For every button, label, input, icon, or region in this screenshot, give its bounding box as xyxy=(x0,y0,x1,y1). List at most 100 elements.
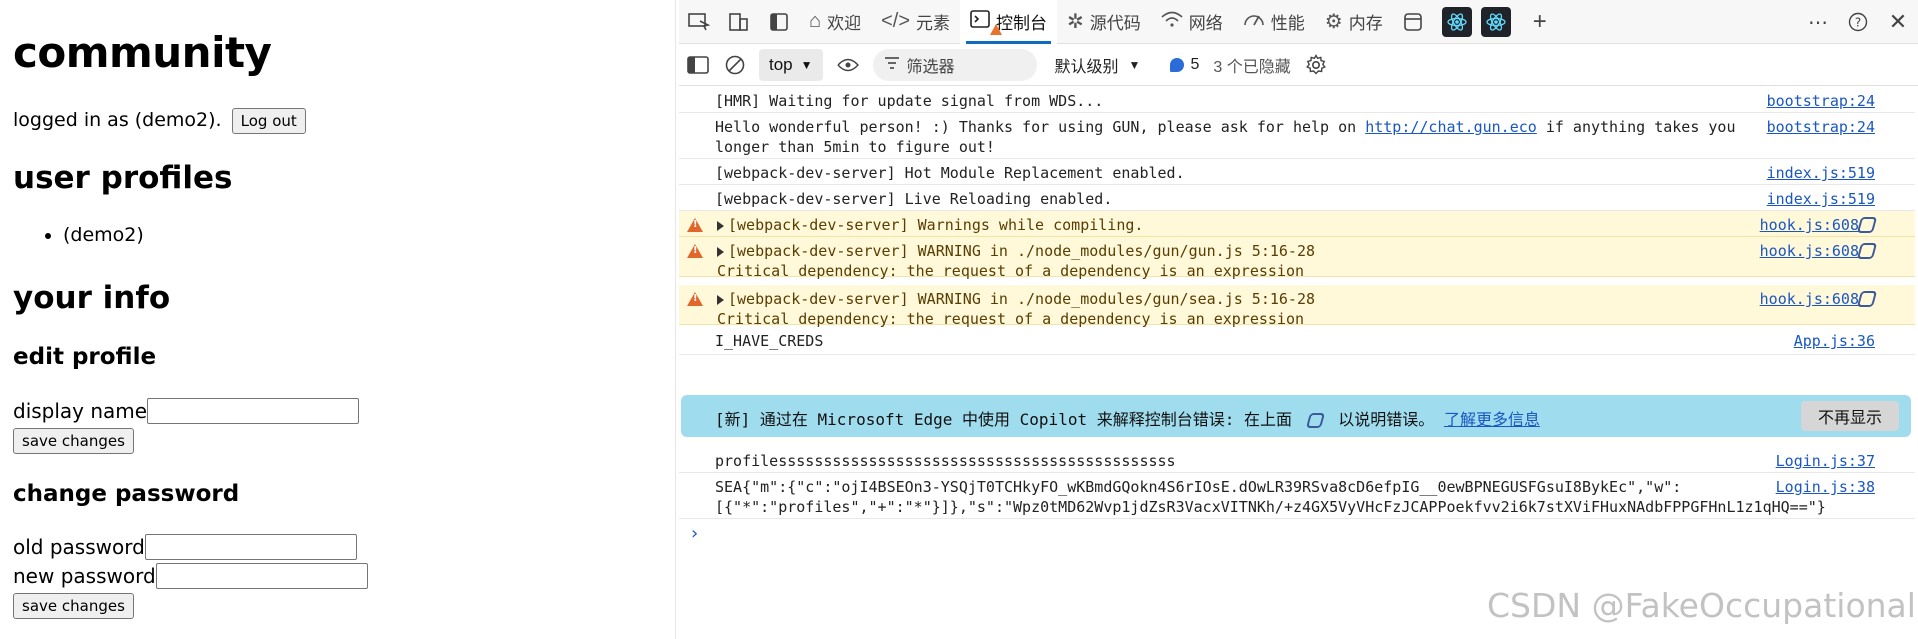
watermark: CSDN @FakeOccupational xyxy=(1487,586,1916,625)
chevron-down-icon: ▼ xyxy=(1128,57,1141,72)
expand-triangle-icon[interactable] xyxy=(717,220,724,231)
logout-button[interactable]: Log out xyxy=(231,108,306,134)
clear-console-icon[interactable] xyxy=(717,44,753,86)
app-window-icon[interactable] xyxy=(1393,0,1433,44)
inspect-icon[interactable] xyxy=(679,0,719,44)
display-name-label: display name xyxy=(13,399,148,423)
react-components-icon[interactable] xyxy=(1441,6,1472,37)
display-name-input[interactable] xyxy=(147,398,360,424)
warning-icon xyxy=(687,244,703,258)
expand-triangle-icon[interactable] xyxy=(717,246,724,257)
old-password-label: old password xyxy=(13,535,145,559)
hidden-count: 3 个已隐藏 xyxy=(1213,58,1291,76)
tab-console[interactable]: 控制台 xyxy=(960,0,1058,44)
tab-memory[interactable]: ⚙ 内存 xyxy=(1315,0,1393,44)
chevron-down-icon: ▼ xyxy=(800,57,813,72)
page-title: community xyxy=(13,28,272,77)
tab-sources[interactable]: ✲ 源代码 xyxy=(1057,0,1151,44)
tab-elements[interactable]: </> 元素 xyxy=(871,0,960,44)
console-message: [webpack-dev-server] Live Reloading enab… xyxy=(679,185,1915,211)
filter-input[interactable]: 筛选器 xyxy=(872,48,1037,81)
list-item: (demo2) xyxy=(63,224,144,246)
devtools-panel: ⌂ 欢迎 </> 元素 控制台 ✲ 源代码 网络 性能 ⚙ 内存 + ⋯ ? ✕… xyxy=(679,0,1918,639)
wifi-icon xyxy=(1161,10,1183,33)
log-levels-dropdown[interactable]: 默认级别 ▼ xyxy=(1055,53,1141,77)
change-password-heading: change password xyxy=(13,481,240,507)
save-password-button[interactable]: save changes xyxy=(13,593,134,619)
new-password-label: new password xyxy=(13,564,156,588)
warning-indicator-icon xyxy=(990,23,1003,35)
source-link[interactable]: index.js:519 xyxy=(1767,189,1875,209)
source-link[interactable]: index.js:519 xyxy=(1767,163,1875,183)
devtools-tab-bar: ⌂ 欢迎 </> 元素 控制台 ✲ 源代码 网络 性能 ⚙ 内存 + ⋯ ? ✕ xyxy=(679,0,1918,44)
close-icon[interactable]: ✕ xyxy=(1878,0,1918,44)
edit-profile-heading: edit profile xyxy=(13,344,157,370)
device-emulation-icon[interactable] xyxy=(719,0,759,44)
source-link[interactable]: hook.js:608 xyxy=(1760,241,1859,261)
console-prompt[interactable]: › xyxy=(691,523,698,544)
source-link[interactable]: bootstrap:24 xyxy=(1767,117,1875,137)
login-status: logged in as (demo2). Log out xyxy=(13,108,306,134)
add-tab-icon[interactable]: + xyxy=(1520,0,1560,44)
profiles-list: (demo2) xyxy=(35,224,144,246)
source-link[interactable]: bootstrap:24 xyxy=(1767,91,1875,111)
profiles-heading: user profiles xyxy=(13,160,233,196)
source-link[interactable]: hook.js:608 xyxy=(1760,215,1859,235)
source-link[interactable]: App.js:36 xyxy=(1794,331,1875,351)
svg-text:?: ? xyxy=(1855,16,1861,30)
console-message: I_HAVE_CREDS App.js:36 xyxy=(679,327,1915,355)
more-options-icon[interactable]: ⋯ xyxy=(1798,0,1838,44)
tab-network[interactable]: 网络 xyxy=(1151,0,1233,44)
home-icon: ⌂ xyxy=(809,10,822,32)
source-link[interactable]: Login.js:38 xyxy=(1776,477,1875,497)
copilot-explain-icon[interactable] xyxy=(1856,243,1878,259)
display-name-row: display name xyxy=(13,398,360,424)
copilot-icon xyxy=(1305,413,1325,428)
console-settings-gear-icon[interactable] xyxy=(1297,44,1335,86)
react-profiler-icon[interactable] xyxy=(1480,6,1511,37)
console-message: Hello wonderful person! :) Thanks for us… xyxy=(679,113,1915,159)
dock-side-icon[interactable] xyxy=(759,0,799,44)
logged-in-text: logged in as (demo2). xyxy=(13,109,222,131)
new-password-row: new password xyxy=(13,563,368,589)
console-message: [HMR] Waiting for update signal from WDS… xyxy=(679,87,1915,113)
console-message: profilesssssssssssssssssssssssssssssssss… xyxy=(679,447,1915,473)
sidebar-toggle-icon[interactable] xyxy=(679,44,717,86)
copilot-explain-icon[interactable] xyxy=(1856,217,1878,233)
message-bubble-icon xyxy=(1170,57,1185,72)
chip-icon: ⚙ xyxy=(1324,11,1343,33)
issues-counter[interactable]: 5 xyxy=(1170,56,1199,74)
console-warning: [webpack-dev-server] WARNING in ./node_m… xyxy=(679,285,1915,328)
console-warning: [webpack-dev-server] Warnings while comp… xyxy=(679,211,1915,237)
bug-icon: ✲ xyxy=(1067,11,1084,33)
dismiss-button[interactable]: 不再显示 xyxy=(1801,401,1899,431)
tab-welcome[interactable]: ⌂ 欢迎 xyxy=(799,0,871,44)
source-link[interactable]: hook.js:608 xyxy=(1760,289,1859,309)
warning-icon xyxy=(687,292,703,306)
old-password-input[interactable] xyxy=(144,534,357,560)
expand-triangle-icon[interactable] xyxy=(717,294,724,305)
console-toolbar: top ▼ 筛选器 默认级别 ▼ 5 3 个已隐藏 xyxy=(679,44,1918,86)
old-password-row: old password xyxy=(13,534,357,560)
chat-gun-link[interactable]: http://chat.gun.eco xyxy=(1365,118,1537,136)
context-value: top xyxy=(769,54,793,74)
copilot-explain-icon[interactable] xyxy=(1856,291,1878,307)
gauge-icon xyxy=(1243,10,1265,34)
copilot-banner: [新] 通过在 Microsoft Edge 中使用 Copilot 来解释控制… xyxy=(681,395,1911,437)
tabbar-right-controls: ⋯ ? ✕ xyxy=(1798,0,1918,44)
new-password-input[interactable] xyxy=(155,563,368,589)
source-link[interactable]: Login.js:37 xyxy=(1776,451,1875,471)
console-warning: [webpack-dev-server] WARNING in ./node_m… xyxy=(679,237,1915,280)
tab-performance[interactable]: 性能 xyxy=(1233,0,1315,44)
context-selector[interactable]: top ▼ xyxy=(759,48,823,81)
console-icon xyxy=(970,9,990,34)
help-icon[interactable]: ? xyxy=(1838,0,1878,44)
save-profile-button[interactable]: save changes xyxy=(13,428,134,454)
console-output: [HMR] Waiting for update signal from WDS… xyxy=(679,87,1918,639)
console-message: [webpack-dev-server] Hot Module Replacem… xyxy=(679,159,1915,185)
code-icon: </> xyxy=(881,10,911,32)
live-expression-eye-icon[interactable] xyxy=(829,44,867,86)
learn-more-link[interactable]: 了解更多信息 xyxy=(1444,410,1540,429)
filter-placeholder: 筛选器 xyxy=(906,58,955,76)
warning-icon xyxy=(687,218,703,232)
